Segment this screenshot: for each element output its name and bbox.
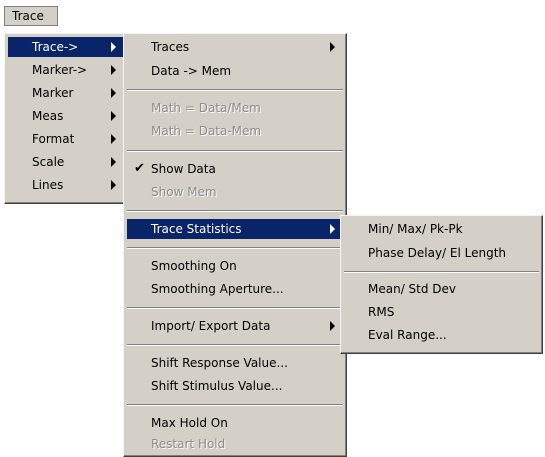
menu-item-label: Math = Data-Mem: [151, 124, 262, 138]
menu-item-meas[interactable]: Meas: [8, 106, 124, 126]
menu-item-eval-range[interactable]: Eval Range...: [344, 325, 539, 345]
menu-item-label: Show Data: [151, 162, 216, 176]
menu-item-label: Traces: [151, 40, 190, 54]
menu-item-smoothing-on[interactable]: Smoothing On: [127, 256, 343, 276]
menu-item-label: Trace->: [32, 40, 79, 54]
submenu-arrow-icon: [330, 321, 335, 331]
menu-item-marker[interactable]: Marker: [8, 83, 124, 103]
menu-item-min-max-pkpk[interactable]: Min/ Max/ Pk-Pk: [344, 219, 539, 239]
submenu-arrow-icon: [330, 224, 335, 234]
menu-item-label: Restart Hold: [151, 437, 226, 451]
menu-separator: [127, 307, 343, 309]
menu-item-traces[interactable]: Traces: [127, 37, 343, 57]
menu-item-format[interactable]: Format: [8, 129, 124, 149]
menu-item-scale[interactable]: Scale: [8, 152, 124, 172]
menu-item-data-to-mem[interactable]: Data -> Mem: [127, 61, 343, 81]
submenu-arrow-icon: [330, 42, 335, 52]
menu-separator: [127, 150, 343, 152]
checkmark-icon: ✔: [134, 161, 145, 176]
menu-separator: [127, 404, 343, 406]
menu-separator: [127, 210, 343, 212]
menu-item-smoothing-aperture[interactable]: Smoothing Aperture...: [127, 279, 343, 299]
menu-separator: [127, 89, 343, 91]
menu-item-math-data-minus-mem: Math = Data-Mem: [127, 121, 343, 141]
menu-separator: [344, 271, 539, 273]
menu-item-label: Eval Range...: [368, 328, 447, 342]
trace-menu: Trace-> Marker-> Marker Meas Format Scal…: [4, 33, 128, 204]
submenu-arrow-icon: [111, 157, 116, 167]
menu-item-label: Mean/ Std Dev: [368, 282, 457, 296]
menu-item-import-export[interactable]: Import/ Export Data: [127, 316, 343, 336]
submenu-arrow-icon: [111, 180, 116, 190]
submenu-arrow-icon: [111, 111, 116, 121]
menu-item-math-data-div-mem: Math = Data/Mem: [127, 98, 343, 118]
menu-item-max-hold-on[interactable]: Max Hold On: [127, 413, 343, 433]
menu-item-label: Shift Stimulus Value...: [151, 379, 283, 393]
menu-item-label: Lines: [32, 178, 64, 192]
menu-item-label: Trace Statistics: [151, 222, 242, 236]
menu-item-label: Min/ Max/ Pk-Pk: [368, 222, 463, 236]
submenu-arrow-icon: [111, 65, 116, 75]
menu-separator: [127, 247, 343, 249]
menu-item-label: Shift Response Value...: [151, 356, 288, 370]
menubar-trace[interactable]: Trace: [4, 6, 58, 26]
menu-item-label: Math = Data/Mem: [151, 101, 261, 115]
menu-item-label: RMS: [368, 305, 395, 319]
trace-statistics-submenu: Min/ Max/ Pk-Pk Phase Delay/ El Length M…: [340, 215, 543, 354]
menu-item-label: Scale: [32, 155, 65, 169]
trace-submenu: Traces Data -> Mem Math = Data/Mem Math …: [123, 33, 347, 457]
menu-item-label: Smoothing Aperture...: [151, 282, 284, 296]
menu-item-label: Phase Delay/ El Length: [368, 246, 507, 260]
menu-separator: [127, 344, 343, 346]
menu-item-label: Import/ Export Data: [151, 319, 271, 333]
menu-item-show-mem: Show Mem: [127, 182, 343, 202]
menu-item-restart-hold: Restart Hold: [127, 434, 343, 454]
menu-item-label: Marker: [32, 86, 74, 100]
menu-item-label: Smoothing On: [151, 259, 237, 273]
menu-item-trace-arrow[interactable]: Trace->: [8, 37, 124, 57]
menu-item-label: Marker->: [32, 63, 88, 77]
menu-item-shift-response[interactable]: Shift Response Value...: [127, 353, 343, 373]
menu-item-label: Max Hold On: [151, 416, 228, 430]
menu-item-marker-arrow[interactable]: Marker->: [8, 60, 124, 80]
menu-item-label: Format: [32, 132, 75, 146]
submenu-arrow-icon: [111, 134, 116, 144]
menu-item-trace-statistics[interactable]: Trace Statistics: [127, 219, 343, 239]
submenu-arrow-icon: [111, 42, 116, 52]
menu-item-shift-stimulus[interactable]: Shift Stimulus Value...: [127, 376, 343, 396]
menu-item-phase-delay[interactable]: Phase Delay/ El Length: [344, 243, 539, 263]
menu-item-label: Show Mem: [151, 185, 217, 199]
menu-item-show-data[interactable]: ✔ Show Data: [127, 159, 343, 179]
menu-item-mean-std-dev[interactable]: Mean/ Std Dev: [344, 279, 539, 299]
menu-item-lines[interactable]: Lines: [8, 175, 124, 195]
menu-item-label: Meas: [32, 109, 64, 123]
menu-item-label: Data -> Mem: [151, 64, 232, 78]
submenu-arrow-icon: [111, 88, 116, 98]
menu-item-rms[interactable]: RMS: [344, 302, 539, 322]
